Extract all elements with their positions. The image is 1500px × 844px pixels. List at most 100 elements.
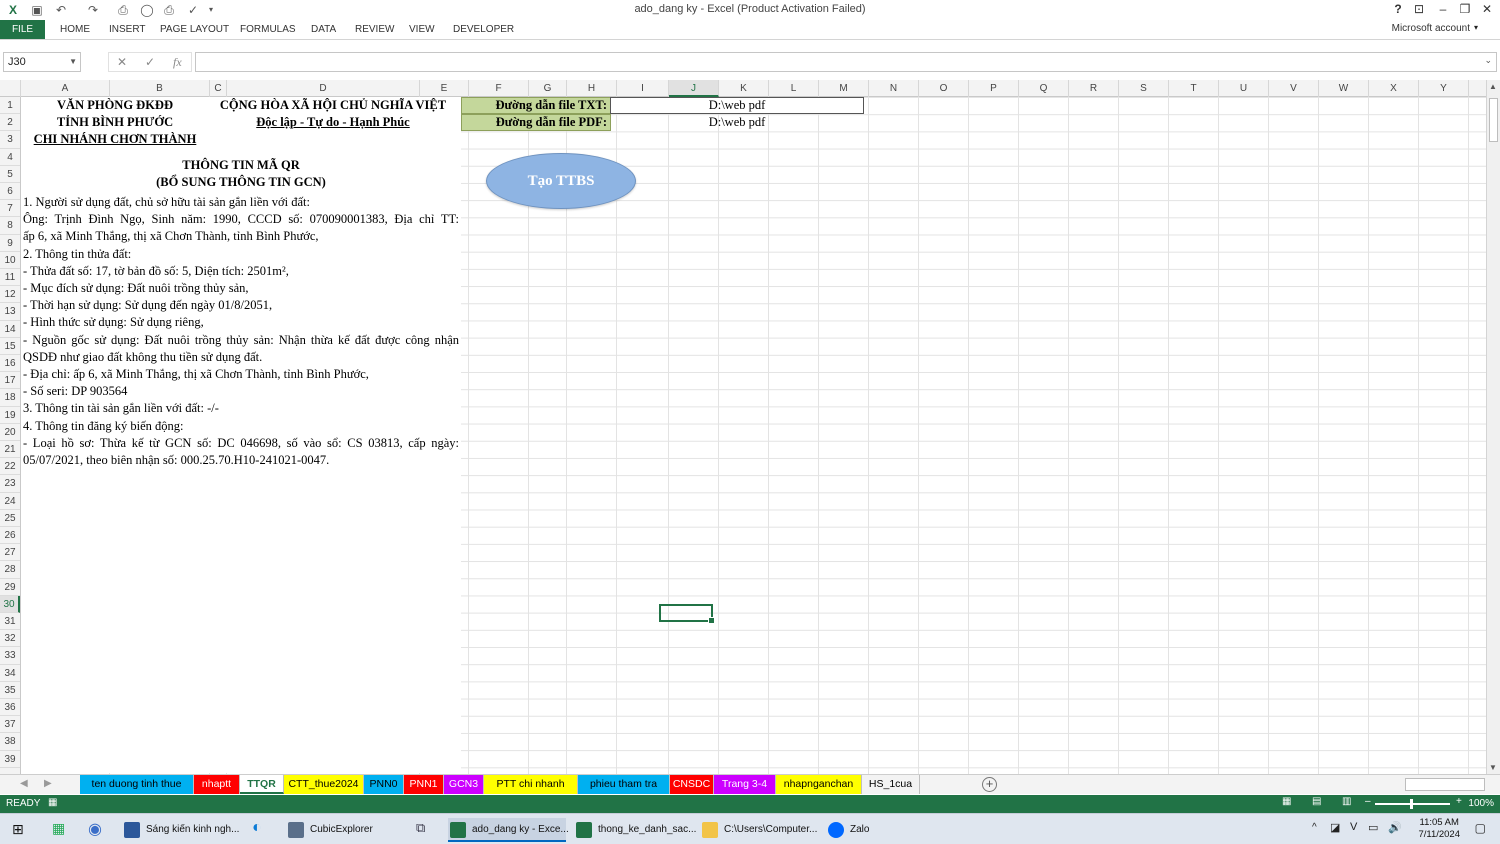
tab-file[interactable]: FILE — [0, 20, 45, 39]
volume-icon[interactable]: 🔊 — [1388, 821, 1402, 834]
row-header-7[interactable]: 7 — [0, 200, 20, 218]
column-header-q[interactable]: Q — [1019, 80, 1069, 97]
tab-home[interactable]: HOME — [60, 20, 90, 39]
row-header-5[interactable]: 5 — [0, 166, 20, 183]
row-header-6[interactable]: 6 — [0, 183, 20, 201]
row-header-21[interactable]: 21 — [0, 441, 20, 459]
column-header-p[interactable]: P — [969, 80, 1019, 97]
tab-developer[interactable]: DEVELOPER — [453, 20, 514, 39]
zoom-in-icon[interactable]: + — [1456, 796, 1462, 807]
column-header-s[interactable]: S — [1119, 80, 1169, 97]
app-circle-icon[interactable]: ◉ — [88, 819, 102, 839]
tab-formulas[interactable]: FORMULAS — [240, 20, 296, 39]
page-layout-view-icon[interactable]: ▤ — [1312, 796, 1321, 807]
help-icon[interactable]: ? — [1387, 1, 1409, 17]
row-header-18[interactable]: 18 — [0, 389, 20, 407]
column-header-w[interactable]: W — [1319, 80, 1369, 97]
tab-view[interactable]: VIEW — [409, 20, 435, 39]
windows-start-icon[interactable]: ⊞ — [12, 821, 24, 838]
column-header-m[interactable]: M — [819, 80, 869, 97]
sheet-tab-trang-3-4[interactable]: Trang 3-4 — [714, 775, 776, 794]
sheet-tab-gcn3[interactable]: GCN3 — [444, 775, 484, 794]
sheet-tab-cnsdc[interactable]: CNSDC — [670, 775, 714, 794]
row-header-36[interactable]: 36 — [0, 699, 20, 717]
column-header-u[interactable]: U — [1219, 80, 1269, 97]
tray-chevron-icon[interactable]: ^ — [1312, 822, 1317, 833]
row-header-38[interactable]: 38 — [0, 733, 20, 751]
row-header-31[interactable]: 31 — [0, 613, 20, 631]
system-clock[interactable]: 11:05 AM 7/11/2024 — [1418, 817, 1460, 841]
row-header-4[interactable]: 4 — [0, 149, 20, 166]
row-header-3[interactable]: 3 — [0, 131, 20, 149]
row-header-1[interactable]: 1 — [0, 97, 20, 115]
sheet-tab-nhaptt[interactable]: nhaptt — [194, 775, 240, 794]
calculator-icon[interactable]: ▦ — [52, 820, 65, 837]
tab-insert[interactable]: INSERT — [109, 20, 146, 39]
sheet-tab-hs-1cua[interactable]: HS_1cua — [862, 775, 920, 794]
row-header-8[interactable]: 8 — [0, 217, 20, 235]
row-header-10[interactable]: 10 — [0, 252, 20, 269]
row-header-22[interactable]: 22 — [0, 458, 20, 476]
account-menu[interactable]: Microsoft account — [1392, 23, 1470, 34]
row-header-27[interactable]: 27 — [0, 544, 20, 562]
taskbar-excel-thongke[interactable]: thong_ke_danh_sac... — [574, 818, 696, 842]
create-ttbs-button[interactable]: Tạo TTBS — [486, 153, 636, 209]
row-header-17[interactable]: 17 — [0, 372, 20, 390]
formula-input[interactable]: ⌄ — [195, 52, 1497, 72]
tab-data[interactable]: DATA — [311, 20, 336, 39]
minimize-icon[interactable]: – — [1432, 1, 1454, 17]
column-header-g[interactable]: G — [529, 80, 567, 97]
row-header-29[interactable]: 29 — [0, 579, 20, 596]
row-header-34[interactable]: 34 — [0, 665, 20, 682]
row-header-23[interactable]: 23 — [0, 475, 20, 493]
column-header-t[interactable]: T — [1169, 80, 1219, 97]
row-header-20[interactable]: 20 — [0, 424, 20, 441]
row-header-12[interactable]: 12 — [0, 286, 20, 304]
active-cell-J30[interactable] — [659, 604, 715, 624]
restore-icon[interactable]: ❐ — [1454, 1, 1476, 17]
sheet-tab-nhapnganchan[interactable]: nhapnganchan — [776, 775, 862, 794]
row-header-16[interactable]: 16 — [0, 355, 20, 373]
column-header-i[interactable]: I — [617, 80, 669, 97]
horizontal-scrollbar[interactable] — [1405, 778, 1485, 791]
column-header-n[interactable]: N — [869, 80, 919, 97]
add-sheet-icon[interactable]: + — [982, 777, 997, 792]
ribbon-display-icon[interactable]: ⊡ — [1408, 1, 1430, 17]
taskbar-zalo[interactable]: Zalo — [826, 818, 869, 842]
column-header-v[interactable]: V — [1269, 80, 1319, 97]
column-header-c[interactable]: C — [210, 80, 227, 97]
column-header-l[interactable]: L — [769, 80, 819, 97]
row-header-9[interactable]: 9 — [0, 235, 20, 252]
row-header-24[interactable]: 24 — [0, 493, 20, 510]
row-header-11[interactable]: 11 — [0, 269, 20, 287]
insert-function-icon[interactable]: fx — [173, 55, 182, 70]
row-header-19[interactable]: 19 — [0, 407, 20, 424]
page-break-view-icon[interactable]: ▥ — [1342, 796, 1351, 807]
column-header-o[interactable]: O — [919, 80, 969, 97]
sheet-tab-phieu-tham-tra[interactable]: phieu tham tra — [578, 775, 670, 794]
vertical-scrollbar[interactable]: ▲ ▼ — [1486, 80, 1500, 774]
edge-icon[interactable]: ◐ — [252, 819, 262, 837]
enter-icon[interactable]: ✓ — [145, 55, 155, 69]
sheet-tab-pnn1[interactable]: PNN1 — [404, 775, 444, 794]
row-header-30[interactable]: 30 — [0, 595, 20, 613]
next-sheet-icon[interactable]: ▶ — [44, 778, 52, 789]
sheet-tab-ctt-thue2024[interactable]: CTT_thue2024 — [284, 775, 364, 794]
row-header-39[interactable]: 39 — [0, 751, 20, 768]
column-header-f[interactable]: F — [469, 80, 529, 97]
scroll-up-icon[interactable]: ▲ — [1489, 82, 1497, 91]
row-header-37[interactable]: 37 — [0, 716, 20, 734]
vertical-scroll-thumb[interactable] — [1489, 98, 1498, 142]
column-header-r[interactable]: R — [1069, 80, 1119, 97]
taskbar-excel-ado[interactable]: ado_dang ky - Exce... — [448, 818, 569, 842]
network-icon[interactable]: ▭ — [1368, 821, 1378, 834]
row-header-32[interactable]: 32 — [0, 630, 20, 648]
notifications-icon[interactable]: ▢ — [1475, 821, 1486, 835]
column-header-x[interactable]: X — [1369, 80, 1419, 97]
zoom-slider[interactable] — [1375, 799, 1450, 809]
tab-review[interactable]: REVIEW — [355, 20, 394, 39]
network-tool-icon[interactable]: ⧉ — [416, 820, 425, 836]
taskbar-cubicexplorer[interactable]: CubicExplorer — [286, 818, 373, 842]
name-box[interactable]: J30 ▼ — [3, 52, 81, 72]
sheet-tab-ttqr[interactable]: TTQR — [240, 775, 284, 794]
